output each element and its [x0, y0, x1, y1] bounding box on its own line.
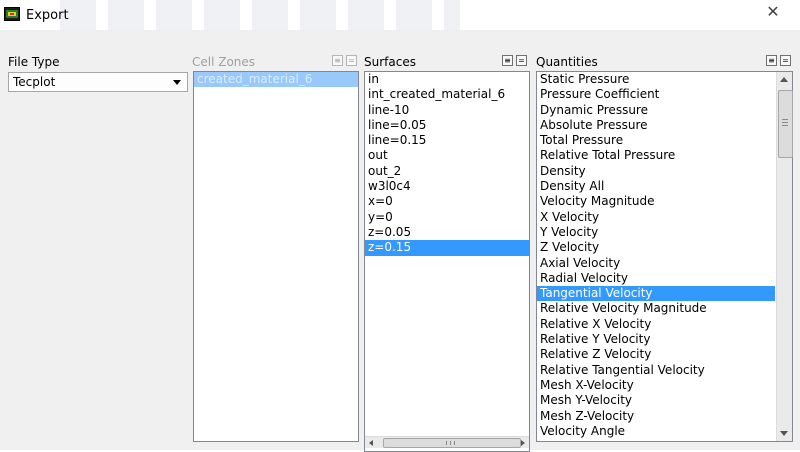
- list-item[interactable]: line-10: [365, 103, 529, 118]
- grip-icon: [454, 441, 455, 445]
- list-item[interactable]: in: [365, 72, 529, 87]
- cell-zones-select-all-button[interactable]: [332, 55, 343, 66]
- list-item[interactable]: Tangential Velocity: [537, 286, 775, 302]
- list-item[interactable]: Axial Velocity: [537, 256, 775, 271]
- list-item[interactable]: Relative Total Pressure: [537, 148, 775, 163]
- cell-zones-list[interactable]: created_material_6: [193, 71, 359, 442]
- list-item[interactable]: Static Pressure: [537, 72, 775, 87]
- quantities-deselect-all-button[interactable]: [780, 55, 791, 66]
- list-item[interactable]: Mesh Y-Velocity: [537, 393, 775, 408]
- quantities-scroll-thumb[interactable]: [778, 90, 793, 158]
- fluent-app-icon: [4, 7, 20, 21]
- scroll-up-icon[interactable]: [780, 77, 788, 82]
- grip-icon: [782, 125, 788, 126]
- list-item[interactable]: Total Pressure: [537, 133, 775, 148]
- list-item[interactable]: Z Velocity: [537, 240, 775, 255]
- quantities-select-all-button[interactable]: [766, 55, 777, 66]
- list-item[interactable]: z=0.15: [365, 240, 529, 256]
- surfaces-deselect-all-button[interactable]: [516, 55, 527, 66]
- surfaces-label: Surfaces: [364, 55, 416, 69]
- list-item[interactable]: line=0.05: [365, 118, 529, 133]
- list-item[interactable]: Absolute Pressure: [537, 118, 775, 133]
- list-item[interactable]: Density: [537, 164, 775, 179]
- list-item[interactable]: Relative Z Velocity: [537, 347, 775, 362]
- scroll-left-icon[interactable]: [369, 440, 373, 446]
- grip-icon: [782, 119, 788, 120]
- file-type-label: File Type: [8, 55, 60, 69]
- list-item[interactable]: Velocity Magnitude: [537, 194, 775, 209]
- list-item[interactable]: Velocity Angle: [537, 424, 775, 439]
- background-toolbar-ghost: [60, 0, 460, 30]
- chevron-down-icon[interactable]: [173, 80, 181, 85]
- surfaces-scroll-thumb[interactable]: [383, 438, 521, 448]
- close-button[interactable]: ✕: [746, 0, 800, 22]
- list-item[interactable]: out: [365, 148, 529, 163]
- file-type-value: Tecplot: [13, 75, 56, 89]
- list-item[interactable]: Mesh Z-Velocity: [537, 409, 775, 424]
- list-item[interactable]: X Velocity: [537, 210, 775, 225]
- list-item[interactable]: Radial Velocity: [537, 271, 775, 286]
- quantities-vertical-scrollbar[interactable]: [776, 72, 793, 441]
- scroll-down-icon[interactable]: [780, 431, 788, 436]
- cell-zones-label: Cell Zones: [192, 55, 256, 69]
- list-item[interactable]: line=0.15: [365, 133, 529, 148]
- close-icon[interactable]: ✕: [766, 2, 779, 21]
- surfaces-select-all-button[interactable]: [502, 55, 513, 66]
- list-item[interactable]: Y Velocity: [537, 225, 775, 240]
- cell-zones-deselect-all-button[interactable]: [346, 55, 357, 66]
- grip-icon: [782, 122, 788, 123]
- list-item[interactable]: y=0: [365, 210, 529, 225]
- surfaces-list[interactable]: in int_created_material_6 line-10 line=0.05…: [364, 71, 530, 452]
- list-item[interactable]: Pressure Coefficient: [537, 87, 775, 102]
- list-item[interactable]: z=0.05: [365, 225, 529, 240]
- quantities-list[interactable]: Static Pressure Pressure Coefficient Dynam…: [536, 71, 793, 442]
- grip-icon: [446, 441, 447, 445]
- list-item[interactable]: Mesh X-Velocity: [537, 378, 775, 393]
- list-item[interactable]: Density All: [537, 179, 775, 194]
- list-item[interactable]: w3l0c4: [365, 179, 529, 194]
- list-item: created_material_6: [194, 72, 358, 88]
- list-item[interactable]: Dynamic Pressure: [537, 103, 775, 118]
- scroll-right-icon[interactable]: [521, 440, 525, 446]
- surfaces-horizontal-scrollbar[interactable]: [365, 436, 529, 448]
- list-item[interactable]: out_2: [365, 164, 529, 179]
- quantities-label: Quantities: [536, 55, 598, 69]
- list-item[interactable]: Relative X Velocity: [537, 317, 775, 332]
- list-item[interactable]: int_created_material_6: [365, 87, 529, 102]
- window-title: Export: [26, 8, 69, 23]
- grip-icon: [450, 441, 451, 445]
- file-type-select[interactable]: Tecplot: [8, 72, 188, 92]
- list-item[interactable]: Relative Tangential Velocity: [537, 363, 775, 378]
- list-item[interactable]: Relative Y Velocity: [537, 332, 775, 347]
- list-item[interactable]: Relative Velocity Magnitude: [537, 301, 775, 316]
- list-item[interactable]: x=0: [365, 194, 529, 209]
